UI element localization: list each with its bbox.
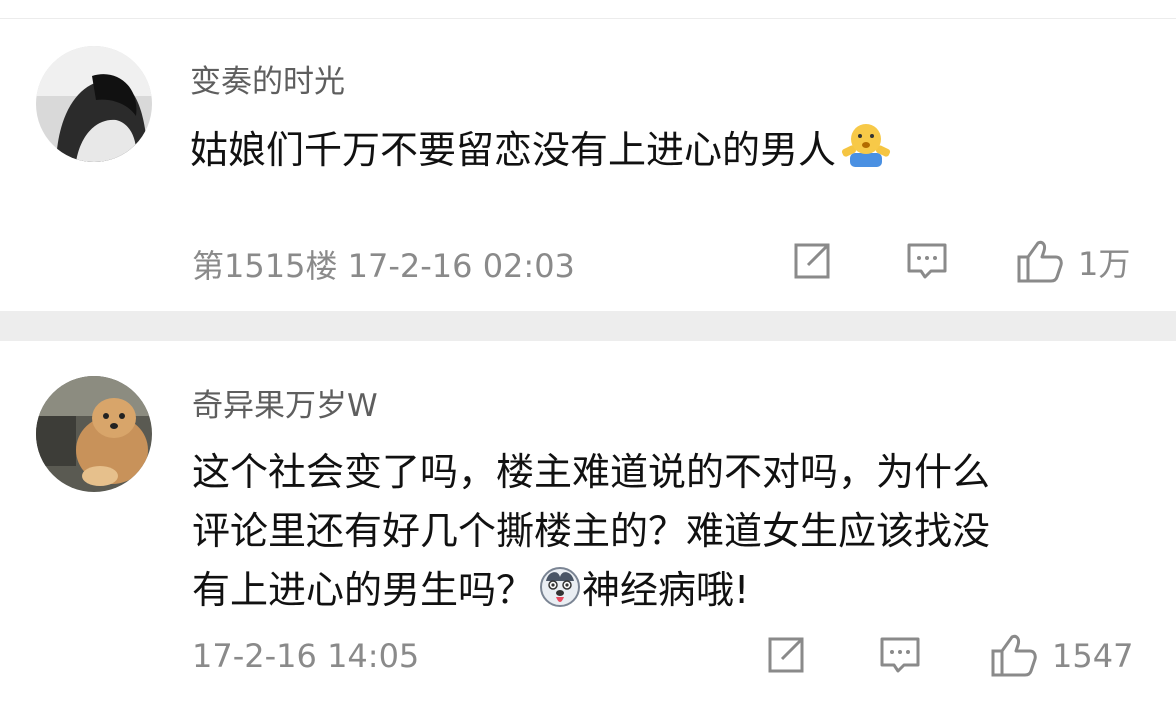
comment-separator	[0, 311, 1176, 341]
top-divider	[0, 0, 1176, 19]
floor-number: 第1515楼	[192, 247, 338, 285]
comment-text-line: 评论里还有好几个撕楼主的？难道女生应该找没	[192, 509, 991, 553]
username[interactable]: 变奏的时光	[190, 56, 345, 101]
like-button[interactable]: 1547	[990, 633, 1133, 679]
avatar[interactable]	[36, 46, 152, 162]
timestamp: 17-2-16 02:03	[347, 247, 575, 285]
share-edit-icon	[768, 637, 804, 673]
username[interactable]: 奇异果万岁W	[192, 380, 378, 425]
comment-item: 变奏的时光 姑娘们千万不要留恋没有上进心的男人 第1515楼 17-2-16 0…	[0, 19, 1176, 311]
like-count: 1万	[1078, 245, 1131, 283]
comment-bubble-icon	[907, 243, 947, 279]
comment-bubble-icon	[880, 637, 920, 673]
comment-meta: 第1515楼 17-2-16 02:03	[192, 241, 575, 287]
comment-text: 姑娘们千万不要留恋没有上进心的男人	[190, 119, 892, 178]
comment-text-line: 有上进心的男生吗？ 神经病哦!	[192, 559, 749, 618]
reply-button[interactable]	[905, 239, 949, 283]
like-button[interactable]: 1万	[1016, 239, 1130, 285]
share-edit-icon	[794, 243, 830, 279]
share-button[interactable]	[764, 633, 808, 677]
comment-item: 奇异果万岁W 这个社会变了吗，楼主难道说的不对吗，为什么 评论里还有好几个撕楼主…	[0, 341, 1176, 708]
timestamp: 17-2-16 14:05	[192, 637, 420, 675]
share-button[interactable]	[790, 239, 834, 283]
comment-text-line: 这个社会变了吗，楼主难道说的不对吗，为什么	[192, 450, 991, 494]
like-count: 1547	[1052, 637, 1134, 675]
thumbs-up-icon	[1017, 240, 1063, 283]
thumbs-up-icon	[991, 634, 1037, 677]
avatar[interactable]	[36, 376, 152, 492]
reply-button[interactable]	[878, 633, 922, 677]
shrug-emoji-icon	[840, 121, 892, 178]
husky-dog-emoji-icon	[538, 565, 582, 618]
